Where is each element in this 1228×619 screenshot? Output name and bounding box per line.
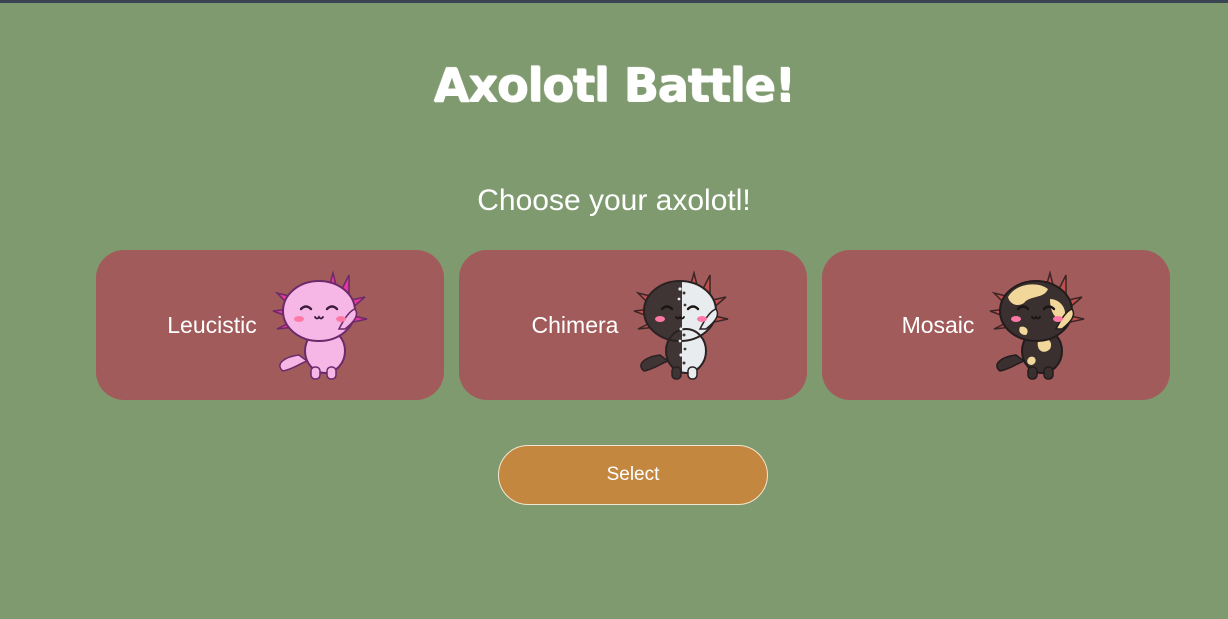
axolotl-option-chimera[interactable]: Chimera bbox=[459, 250, 807, 400]
axolotl-option-mosaic[interactable]: Mosaic bbox=[822, 250, 1170, 400]
option-label: Leucistic bbox=[167, 311, 257, 338]
select-button[interactable]: Select bbox=[498, 445, 768, 505]
page-subtitle: Choose your axolotl! bbox=[477, 184, 751, 217]
leucistic-axolotl-icon bbox=[272, 270, 367, 380]
option-label: Mosaic bbox=[901, 311, 975, 338]
option-label: Chimera bbox=[531, 311, 619, 338]
mosaic-axolotl-icon bbox=[990, 270, 1085, 380]
chimera-axolotl-icon bbox=[634, 270, 729, 380]
axolotl-option-leucistic[interactable]: Leucistic bbox=[96, 250, 444, 400]
page-title: Axolotl Battle! bbox=[433, 58, 795, 112]
